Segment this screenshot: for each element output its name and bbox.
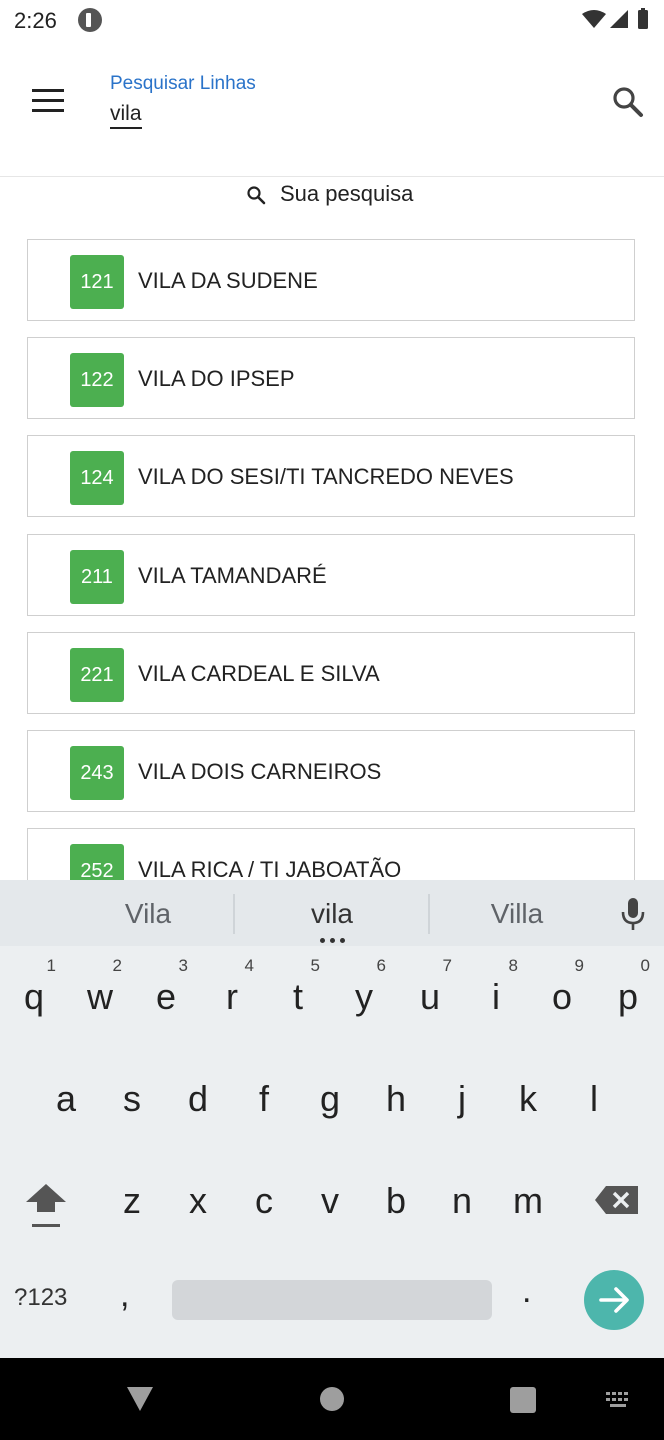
key-e[interactable]: 3e xyxy=(136,956,196,1036)
symbols-key[interactable]: ?123 xyxy=(14,1284,67,1312)
recents-square-icon[interactable] xyxy=(510,1387,536,1413)
search-icon xyxy=(246,185,266,205)
key-f[interactable]: f xyxy=(234,1058,294,1138)
key-h[interactable]: h xyxy=(366,1058,426,1138)
home-circle-icon[interactable] xyxy=(320,1387,344,1411)
signal-battery-icons xyxy=(582,8,648,29)
search-icon[interactable] xyxy=(610,84,646,120)
system-nav-bar xyxy=(0,1358,664,1440)
mic-icon[interactable] xyxy=(620,896,646,932)
key-r[interactable]: 4r xyxy=(202,956,262,1036)
back-triangle-icon[interactable] xyxy=(126,1386,154,1417)
key-i[interactable]: 8i xyxy=(466,956,526,1036)
key-g[interactable]: g xyxy=(300,1058,360,1138)
results-header-label: Sua pesquisa xyxy=(280,181,414,206)
menu-icon[interactable] xyxy=(32,89,64,115)
key-y[interactable]: 6y xyxy=(334,956,394,1036)
key-k[interactable]: k xyxy=(498,1058,558,1138)
suggestion-divider xyxy=(233,894,235,934)
route-name: VILA DA SUDENE xyxy=(138,268,318,293)
route-name: VILA DO IPSEP xyxy=(138,366,295,391)
key-o[interactable]: 9o xyxy=(532,956,592,1036)
space-key[interactable] xyxy=(172,1280,492,1320)
route-item[interactable]: 211 VILA TAMANDARÉ xyxy=(27,534,635,616)
key-l[interactable]: l xyxy=(564,1058,624,1138)
key-s[interactable]: s xyxy=(102,1058,162,1138)
route-item[interactable]: 121 VILA DA SUDENE xyxy=(27,239,635,321)
search-label: Pesquisar Linhas xyxy=(110,73,256,94)
more-suggestions-icon xyxy=(318,938,348,944)
status-icons xyxy=(580,8,652,32)
route-name: VILA RICA / TI JABOATÃO xyxy=(138,857,402,881)
app-notification-icon xyxy=(78,8,102,32)
period-key[interactable]: . xyxy=(522,1272,531,1311)
key-n[interactable]: n xyxy=(432,1160,492,1240)
route-name: VILA DOIS CARNEIROS xyxy=(138,759,382,784)
route-number-badge: 122 xyxy=(70,353,124,407)
comma-key[interactable]: , xyxy=(120,1276,129,1315)
key-q[interactable]: 1q xyxy=(4,956,64,1036)
key-j[interactable]: j xyxy=(432,1058,492,1138)
key-b[interactable]: b xyxy=(366,1160,426,1240)
key-w[interactable]: 2w xyxy=(70,956,130,1036)
suggestion-bar: Vila vila Villa xyxy=(0,880,664,946)
shift-icon[interactable] xyxy=(20,1172,72,1236)
route-number-badge: 211 xyxy=(70,550,124,604)
route-item[interactable]: 124 VILA DO SESI/TI TANCREDO NEVES xyxy=(27,435,635,517)
search-input[interactable]: vila xyxy=(110,102,142,129)
route-number-badge: 252 xyxy=(70,844,124,881)
route-name: VILA CARDEAL E SILVA xyxy=(138,661,380,686)
results-panel[interactable]: Sua pesquisa 121 VILA DA SUDENE 122 VILA… xyxy=(0,176,664,881)
status-bar: 2:26 xyxy=(0,0,664,44)
key-a[interactable]: a xyxy=(36,1058,96,1138)
key-u[interactable]: 7u xyxy=(400,956,460,1036)
status-time: 2:26 xyxy=(14,8,57,33)
key-c[interactable]: c xyxy=(234,1160,294,1240)
suggestion-3[interactable]: Villa xyxy=(427,898,607,930)
route-number-badge: 121 xyxy=(70,255,124,309)
route-number-badge: 243 xyxy=(70,746,124,800)
backspace-icon[interactable] xyxy=(592,1180,642,1220)
key-z[interactable]: z xyxy=(102,1160,162,1240)
app-bar: Pesquisar Linhas vila xyxy=(0,44,664,174)
route-number-badge: 124 xyxy=(70,451,124,505)
key-v[interactable]: v xyxy=(300,1160,360,1240)
keyboard-icon[interactable] xyxy=(604,1390,634,1410)
results-header: Sua pesquisa xyxy=(0,177,664,213)
arrow-right-icon[interactable] xyxy=(584,1270,644,1330)
route-item[interactable]: 221 VILA CARDEAL E SILVA xyxy=(27,632,635,714)
soft-keyboard[interactable]: Vila vila Villa 1q 2w 3e 4r 5t 6y 7u 8i … xyxy=(0,880,664,1358)
key-m[interactable]: m xyxy=(498,1160,558,1240)
route-item[interactable]: 122 VILA DO IPSEP xyxy=(27,337,635,419)
route-number-badge: 221 xyxy=(70,648,124,702)
route-item[interactable]: 243 VILA DOIS CARNEIROS xyxy=(27,730,635,812)
key-t[interactable]: 5t xyxy=(268,956,328,1036)
suggestion-2[interactable]: vila xyxy=(242,898,422,930)
route-name: VILA DO SESI/TI TANCREDO NEVES xyxy=(138,464,514,489)
route-item[interactable]: 252 VILA RICA / TI JABOATÃO xyxy=(27,828,635,881)
route-name: VILA TAMANDARÉ xyxy=(138,563,327,588)
suggestion-1[interactable]: Vila xyxy=(58,898,238,930)
key-d[interactable]: d xyxy=(168,1058,228,1138)
key-p[interactable]: 0p xyxy=(598,956,658,1036)
key-x[interactable]: x xyxy=(168,1160,228,1240)
